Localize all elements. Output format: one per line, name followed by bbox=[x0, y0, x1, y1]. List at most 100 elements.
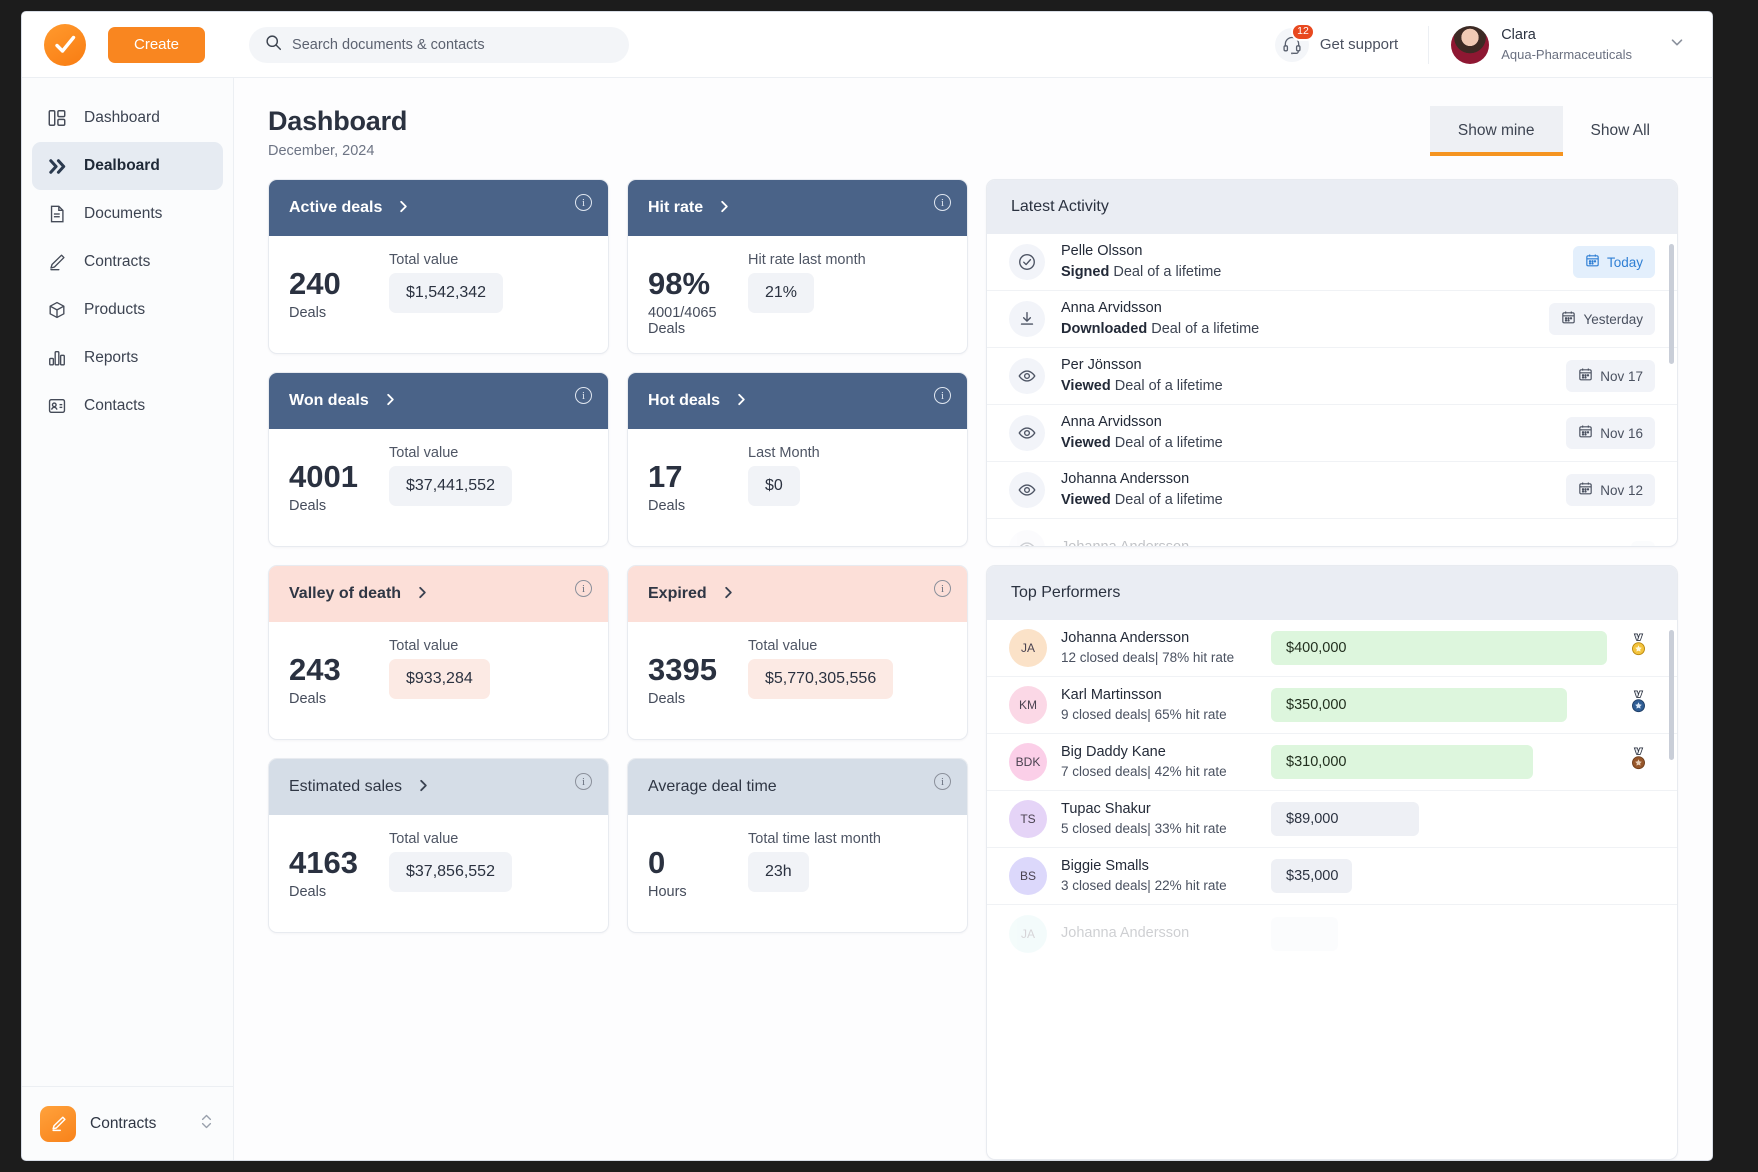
kpi-card-body: 243 Deals Total value $933,284 bbox=[269, 622, 608, 739]
search-input[interactable] bbox=[292, 36, 614, 53]
performer-name: Tupac Shakur bbox=[1061, 801, 1151, 818]
sidebar-item-label: Reports bbox=[84, 349, 139, 366]
kpi-card-average-deal-time[interactable]: Average deal time i 0 Hours Total time l… bbox=[627, 758, 968, 933]
kpi-card-active-deals[interactable]: Active deals i 240 Deals Total value $1,… bbox=[268, 179, 609, 354]
performer-row[interactable]: BDK Big Daddy Kane 7 closed deals| 42% h… bbox=[987, 734, 1677, 791]
tab-show-mine[interactable]: Show mine bbox=[1429, 106, 1563, 156]
activity-date-badge[interactable]: Nov 17 bbox=[1566, 360, 1655, 392]
latest-activity-list[interactable]: Pelle Olsson Signed Deal of a lifetime T… bbox=[987, 234, 1677, 546]
kpi-number-block: 4163 Deals bbox=[289, 831, 385, 932]
tab-show-all[interactable]: Show All bbox=[1563, 106, 1678, 156]
performer-row[interactable]: JA Johanna Andersson 12 closed deals| 78… bbox=[987, 620, 1677, 677]
activity-row[interactable]: Per Jönsson Viewed Deal of a lifetime No… bbox=[987, 348, 1677, 405]
sidebar-item-dealboard[interactable]: Dealboard bbox=[32, 142, 223, 190]
activity-date-badge[interactable]: Yesterday bbox=[1549, 303, 1655, 335]
activity-date-badge[interactable]: Nov 16 bbox=[1566, 417, 1655, 449]
pen-icon bbox=[46, 252, 68, 272]
info-icon[interactable]: i bbox=[575, 194, 592, 211]
info-icon[interactable]: i bbox=[934, 194, 951, 211]
chevron-right-icon[interactable] bbox=[721, 585, 736, 603]
activity-scrollbar[interactable] bbox=[1669, 244, 1674, 364]
performer-text: Johanna Andersson bbox=[1061, 923, 1257, 943]
chevron-right-icon[interactable] bbox=[415, 585, 430, 603]
chevron-right-icon[interactable] bbox=[717, 199, 732, 217]
activity-date-badge[interactable]: Today bbox=[1572, 246, 1655, 278]
get-support-button[interactable]: 12 Get support bbox=[1274, 22, 1428, 62]
performer-row[interactable]: JA Johanna Andersson bbox=[987, 905, 1677, 962]
info-icon[interactable]: i bbox=[575, 387, 592, 404]
activity-description: Viewed Deal of a lifetime bbox=[1061, 376, 1223, 397]
activity-row[interactable]: Anna Arvidsson Viewed Deal of a lifetime… bbox=[987, 405, 1677, 462]
activity-action: Viewed bbox=[1061, 377, 1111, 394]
info-icon[interactable]: i bbox=[934, 773, 951, 790]
kpi-value: 23h bbox=[748, 852, 809, 892]
sidebar-item-products[interactable]: Products bbox=[32, 286, 223, 334]
gold-medal-icon bbox=[1621, 633, 1655, 663]
performers-scrollbar[interactable] bbox=[1669, 630, 1674, 760]
info-icon[interactable]: i bbox=[575, 773, 592, 790]
kpi-value: $933,284 bbox=[389, 659, 490, 699]
kpi-title: Expired bbox=[648, 585, 707, 602]
kpi-card-estimated-sales[interactable]: Estimated sales i 4163 Deals Total value… bbox=[268, 758, 609, 933]
kpi-value: $1,542,342 bbox=[389, 273, 504, 313]
kpi-value-label: Hit rate last month bbox=[748, 252, 866, 268]
kpi-card-body: 3395 Deals Total value $5,770,305,556 bbox=[628, 622, 967, 739]
performer-row[interactable]: TS Tupac Shakur 5 closed deals| 33% hit … bbox=[987, 791, 1677, 848]
activity-row[interactable]: Johanna Andersson Viewed Deal of a lifet… bbox=[987, 462, 1677, 519]
activity-text: Anna Arvidsson Downloaded Deal of a life… bbox=[1061, 298, 1259, 339]
activity-date-badge[interactable] bbox=[1631, 540, 1655, 546]
performer-amount-bar: $89,000 bbox=[1271, 802, 1419, 836]
profile-name: Clara bbox=[1501, 26, 1536, 43]
info-icon[interactable]: i bbox=[934, 580, 951, 597]
sidebar-item-dashboard[interactable]: Dashboard bbox=[32, 94, 223, 142]
kpi-card-valley-of-death[interactable]: Valley of death i 243 Deals Total value … bbox=[268, 565, 609, 740]
top-bar-right: 12 Get support Clara Aqua-Pharmaceutical… bbox=[1274, 22, 1686, 64]
activity-row[interactable]: Anna Arvidsson Downloaded Deal of a life… bbox=[987, 291, 1677, 348]
performer-row[interactable]: BS Biggie Smalls 3 closed deals| 22% hit… bbox=[987, 848, 1677, 905]
sidebar-item-documents[interactable]: Documents bbox=[32, 190, 223, 238]
sidebar-item-label: Contacts bbox=[84, 397, 146, 414]
chevron-right-icon[interactable] bbox=[416, 778, 431, 796]
chevron-right-icon[interactable] bbox=[383, 392, 398, 410]
sidebar-item-reports[interactable]: Reports bbox=[32, 334, 223, 382]
info-icon[interactable]: i bbox=[575, 580, 592, 597]
sidebar-footer-contracts-switcher[interactable]: Contracts bbox=[22, 1086, 233, 1160]
pen-square-icon bbox=[40, 1105, 76, 1142]
kpi-card-won-deals[interactable]: Won deals i 4001 Deals Total value $37,4… bbox=[268, 372, 609, 547]
info-icon[interactable]: i bbox=[934, 387, 951, 404]
activity-description: Signed Deal of a lifetime bbox=[1061, 262, 1221, 283]
activity-date-badge[interactable]: Nov 12 bbox=[1566, 474, 1655, 506]
performer-bar-wrap: $400,000 bbox=[1271, 631, 1607, 665]
activity-action: Downloaded bbox=[1061, 320, 1148, 337]
app-logo-icon[interactable] bbox=[44, 23, 86, 66]
activity-row[interactable]: Johanna Andersson bbox=[987, 519, 1677, 546]
top-performers-list[interactable]: JA Johanna Andersson 12 closed deals| 78… bbox=[987, 620, 1677, 1159]
chevron-down-icon[interactable] bbox=[1668, 33, 1686, 56]
right-column: Latest Activity Pelle Olsson Signed Deal… bbox=[986, 179, 1678, 1160]
activity-date-label: Nov 16 bbox=[1600, 425, 1643, 441]
user-profile-menu[interactable]: Clara Aqua-Pharmaceuticals bbox=[1428, 25, 1686, 64]
performer-avatar: JA bbox=[1009, 629, 1047, 667]
activity-object: Deal of a lifetime bbox=[1113, 263, 1222, 280]
performer-row[interactable]: KM Karl Martinsson 9 closed deals| 65% h… bbox=[987, 677, 1677, 734]
kpi-card-header: Average deal time i bbox=[628, 759, 967, 815]
chevron-right-icon[interactable] bbox=[734, 392, 749, 410]
kpi-card-hot-deals[interactable]: Hot deals i 17 Deals Last Month $0 bbox=[627, 372, 968, 547]
kpi-value-block: Total value $37,441,552 bbox=[385, 445, 588, 546]
search-box[interactable] bbox=[249, 26, 630, 63]
top-bar: Create 12 Get support bbox=[22, 12, 1712, 78]
chevron-right-icon[interactable] bbox=[396, 199, 411, 217]
kpi-card-body: 98% 4001/4065 Deals Hit rate last month … bbox=[628, 236, 967, 353]
sidebar-item-contacts[interactable]: Contacts bbox=[32, 382, 223, 430]
create-button[interactable]: Create bbox=[108, 26, 206, 63]
performer-meta: 9 closed deals| 65% hit rate bbox=[1061, 707, 1227, 723]
kpi-number-unit: Deals bbox=[289, 498, 327, 514]
activity-person: Johanna Andersson bbox=[1061, 471, 1190, 488]
chevron-up-down-icon[interactable] bbox=[198, 1112, 215, 1136]
page-heading-block: Dashboard December, 2024 bbox=[268, 106, 407, 159]
kpi-card-expired[interactable]: Expired i 3395 Deals Total value $5,770,… bbox=[627, 565, 968, 740]
app-window: Create 12 Get support bbox=[22, 12, 1712, 1160]
activity-row[interactable]: Pelle Olsson Signed Deal of a lifetime T… bbox=[987, 234, 1677, 291]
kpi-card-hit-rate[interactable]: Hit rate i 98% 4001/4065 Deals Hit rate … bbox=[627, 179, 968, 354]
sidebar-item-contracts[interactable]: Contracts bbox=[32, 238, 223, 286]
